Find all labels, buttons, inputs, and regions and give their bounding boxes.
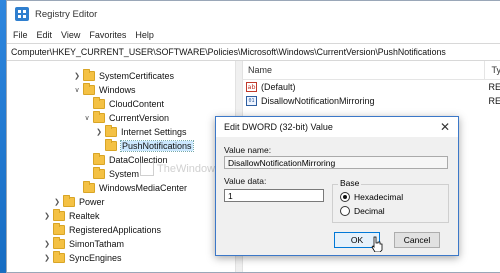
value-data-label: Value data: bbox=[224, 176, 267, 186]
tree-item-registeredapplications[interactable]: RegisteredApplications bbox=[43, 223, 161, 237]
folder-icon bbox=[93, 97, 105, 109]
tree-item-syncengines[interactable]: ❯ SyncEngines bbox=[43, 251, 122, 265]
menu-favorites[interactable]: Favorites bbox=[89, 30, 126, 40]
folder-icon bbox=[93, 153, 105, 165]
tree-item-simontatham[interactable]: ❯ SimonTatham bbox=[43, 237, 124, 251]
folder-icon bbox=[83, 69, 95, 81]
value-name-field[interactable]: DisallowNotificationMirroring bbox=[224, 156, 448, 169]
hand-cursor-icon bbox=[371, 236, 383, 252]
chevron-right-icon[interactable]: ❯ bbox=[43, 254, 51, 262]
menu-help[interactable]: Help bbox=[135, 30, 154, 40]
address-bar[interactable]: Computer\HKEY_CURRENT_USER\SOFTWARE\Poli… bbox=[7, 43, 500, 61]
column-name-header[interactable]: Name bbox=[242, 61, 486, 79]
value-row-default[interactable]: ab (Default) RE bbox=[242, 80, 500, 94]
dword-value-icon: 01 bbox=[246, 96, 257, 106]
value-name-label: Value name: bbox=[224, 145, 272, 155]
folder-icon bbox=[53, 237, 65, 249]
folder-icon bbox=[63, 195, 75, 207]
chevron-down-icon[interactable]: ∨ bbox=[83, 114, 91, 122]
chevron-down-icon[interactable]: ∨ bbox=[73, 86, 81, 94]
folder-icon bbox=[93, 111, 105, 123]
base-groupbox bbox=[332, 184, 449, 223]
chevron-right-icon[interactable]: ❯ bbox=[43, 240, 51, 248]
string-value-icon: ab bbox=[246, 82, 257, 92]
menu-bar: File Edit View Favorites Help bbox=[7, 27, 500, 43]
menu-file[interactable]: File bbox=[13, 30, 28, 40]
dialog-title-bar[interactable]: Edit DWORD (32-bit) Value ✕ bbox=[216, 117, 458, 137]
chevron-right-icon[interactable]: ❯ bbox=[43, 212, 51, 220]
edit-dword-dialog: Edit DWORD (32-bit) Value ✕ Value name: … bbox=[215, 116, 459, 256]
column-type-header[interactable]: Ty bbox=[485, 65, 500, 75]
radio-checked-icon bbox=[340, 192, 350, 202]
folder-icon bbox=[93, 167, 105, 179]
value-row-disallownotificationmirroring[interactable]: 01 DisallowNotificationMirroring RE bbox=[242, 94, 500, 108]
tree-item-power[interactable]: ❯ Power bbox=[53, 195, 105, 209]
close-icon[interactable]: ✕ bbox=[440, 121, 450, 133]
tree-item-internet-settings[interactable]: ❯ Internet Settings bbox=[95, 125, 187, 139]
chevron-right-icon[interactable]: ❯ bbox=[73, 72, 81, 80]
radio-unchecked-icon bbox=[340, 206, 350, 216]
base-label: Base bbox=[338, 178, 362, 188]
watermark-logo-icon bbox=[140, 162, 154, 176]
registry-editor-icon bbox=[15, 7, 29, 21]
chevron-right-icon[interactable]: ❯ bbox=[95, 128, 103, 136]
tree-item-currentversion[interactable]: ∨ CurrentVersion bbox=[83, 111, 169, 125]
folder-icon bbox=[105, 139, 117, 151]
hexadecimal-radio[interactable]: Hexadecimal bbox=[340, 192, 403, 202]
folder-icon bbox=[83, 83, 95, 95]
folder-icon bbox=[53, 251, 65, 263]
tree-item-pushnotifications[interactable]: PushNotifications bbox=[95, 139, 194, 153]
dialog-title: Edit DWORD (32-bit) Value bbox=[224, 122, 333, 132]
menu-edit[interactable]: Edit bbox=[37, 30, 53, 40]
folder-icon bbox=[53, 209, 65, 221]
chevron-right-icon[interactable]: ❯ bbox=[53, 198, 61, 206]
menu-view[interactable]: View bbox=[61, 30, 80, 40]
values-column-header: Name Ty bbox=[242, 61, 500, 80]
value-data-input[interactable]: 1 bbox=[224, 189, 324, 202]
decimal-radio[interactable]: Decimal bbox=[340, 206, 385, 216]
tree-item-realtek[interactable]: ❯ Realtek bbox=[43, 209, 100, 223]
tree-item-systemcertificates[interactable]: ❯ SystemCertificates bbox=[73, 69, 174, 83]
folder-icon bbox=[105, 125, 117, 137]
cancel-button[interactable]: Cancel bbox=[394, 232, 440, 248]
tree-item-system[interactable]: System bbox=[83, 167, 139, 181]
folder-icon bbox=[83, 181, 95, 193]
window-title: Registry Editor bbox=[35, 8, 98, 20]
title-bar[interactable]: Registry Editor bbox=[7, 1, 500, 27]
folder-icon bbox=[53, 223, 65, 235]
tree-item-windows[interactable]: ∨ Windows bbox=[73, 83, 136, 97]
tree-item-windowsmediacenter[interactable]: WindowsMediaCenter bbox=[73, 181, 187, 195]
tree-item-cloudcontent[interactable]: CloudContent bbox=[83, 97, 164, 111]
